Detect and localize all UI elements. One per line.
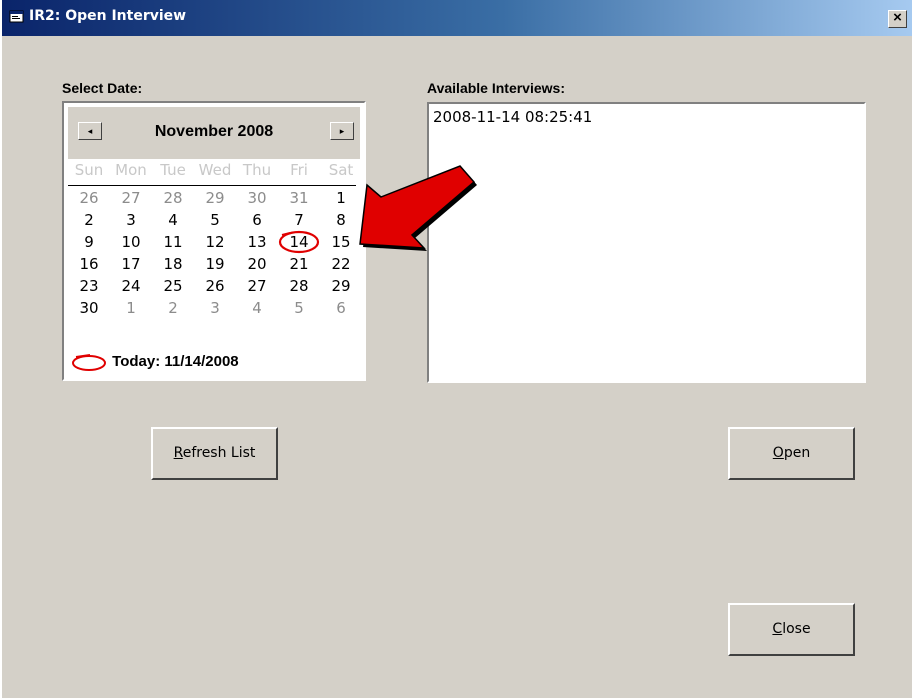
today-link[interactable]: Today: 11/14/2008 [70,352,239,372]
calendar-day[interactable]: 28 [152,187,194,209]
select-date-label: Select Date: [62,80,143,96]
close-label: lose [782,621,811,637]
calendar-day[interactable]: 7 [278,209,320,231]
close-window-button[interactable]: × [888,10,907,28]
next-month-button[interactable]: ▸ [330,122,354,140]
calendar-day[interactable]: 24 [110,275,152,297]
weekday-header: Fri [290,161,308,179]
calendar-day[interactable]: 20 [236,253,278,275]
calendar-day[interactable]: 29 [320,275,362,297]
calendar-day[interactable]: 18 [152,253,194,275]
open-mnemonic: O [772,445,784,461]
calendar-day[interactable]: 27 [236,275,278,297]
calendar-day[interactable]: 2 [68,209,110,231]
calendar-day[interactable]: 25 [152,275,194,297]
calendar-day[interactable]: 13 [236,231,278,253]
calendar-day[interactable]: 17 [110,253,152,275]
refresh-list-button[interactable]: Refresh List [151,427,278,480]
app-icon [9,10,24,23]
calendar-day[interactable]: 3 [110,209,152,231]
calendar-header: ◂ November 2008 ▸ [68,107,360,159]
calendar-day[interactable]: 23 [68,275,110,297]
calendar-day[interactable]: 8 [320,209,362,231]
calendar-day[interactable]: 6 [236,209,278,231]
calendar-day[interactable]: 1 [320,187,362,209]
weekday-header: Wed [198,161,232,179]
calendar-day[interactable]: 11 [152,231,194,253]
calendar-day[interactable]: 9 [68,231,110,253]
open-label: pen [783,445,811,461]
calendar-day[interactable]: 15 [320,231,362,253]
weekday-header: Sat [328,161,354,179]
month-calendar[interactable]: ◂ November 2008 ▸ Sun Mon Tue Wed Thu Fr… [62,101,366,381]
calendar-day[interactable]: 19 [194,253,236,275]
calendar-day[interactable]: 30 [68,297,110,319]
window-title: IR2: Open Interview [29,8,187,24]
today-label: Today: 11/14/2008 [112,352,239,370]
weekday-header: Tue [160,161,186,179]
month-title[interactable]: November 2008 [68,123,360,141]
today-circle-icon [72,354,106,371]
today-circle-annotation [278,230,320,254]
calendar-day[interactable]: 3 [194,297,236,319]
calendar-day[interactable]: 26 [68,187,110,209]
weekday-divider [68,185,356,186]
calendar-day[interactable]: 6 [320,297,362,319]
calendar-day[interactable]: 16 [68,253,110,275]
calendar-day[interactable]: 21 [278,253,320,275]
calendar-day[interactable]: 29 [194,187,236,209]
chevron-right-icon: ▸ [339,126,345,136]
available-interviews-label: Available Interviews: [427,80,565,96]
dialog-window: IR2: Open Interview × Select Date: Avail… [0,0,912,698]
calendar-day[interactable]: 10 [110,231,152,253]
calendar-day[interactable]: 2 [152,297,194,319]
calendar-day[interactable]: 30 [236,187,278,209]
weekday-header: Mon [115,161,147,179]
refresh-label: efresh List [182,445,256,461]
calendar-day[interactable]: 27 [110,187,152,209]
calendar-day[interactable]: 5 [194,209,236,231]
interviews-listbox[interactable]: 2008-11-14 08:25:41 [427,102,866,383]
calendar-day[interactable]: 4 [236,297,278,319]
calendar-day[interactable]: 12 [194,231,236,253]
red-arrow-annotation [359,165,477,251]
close-mnemonic: C [772,621,783,637]
calendar-day[interactable]: 1 [110,297,152,319]
calendar-day[interactable]: 22 [320,253,362,275]
calendar-day[interactable]: 5 [278,297,320,319]
calendar-day[interactable]: 4 [152,209,194,231]
calendar-day[interactable]: 28 [278,275,320,297]
title-bar[interactable]: IR2: Open Interview × [2,0,912,36]
list-item[interactable]: 2008-11-14 08:25:41 [433,108,592,126]
weekday-header: Thu [242,161,272,179]
weekday-header: Sun [74,161,104,179]
calendar-day[interactable]: 31 [278,187,320,209]
close-icon: × [893,9,902,26]
refresh-mnemonic: R [173,445,183,461]
open-button[interactable]: Open [728,427,855,480]
calendar-day[interactable]: 26 [194,275,236,297]
close-button[interactable]: Close [728,603,855,656]
